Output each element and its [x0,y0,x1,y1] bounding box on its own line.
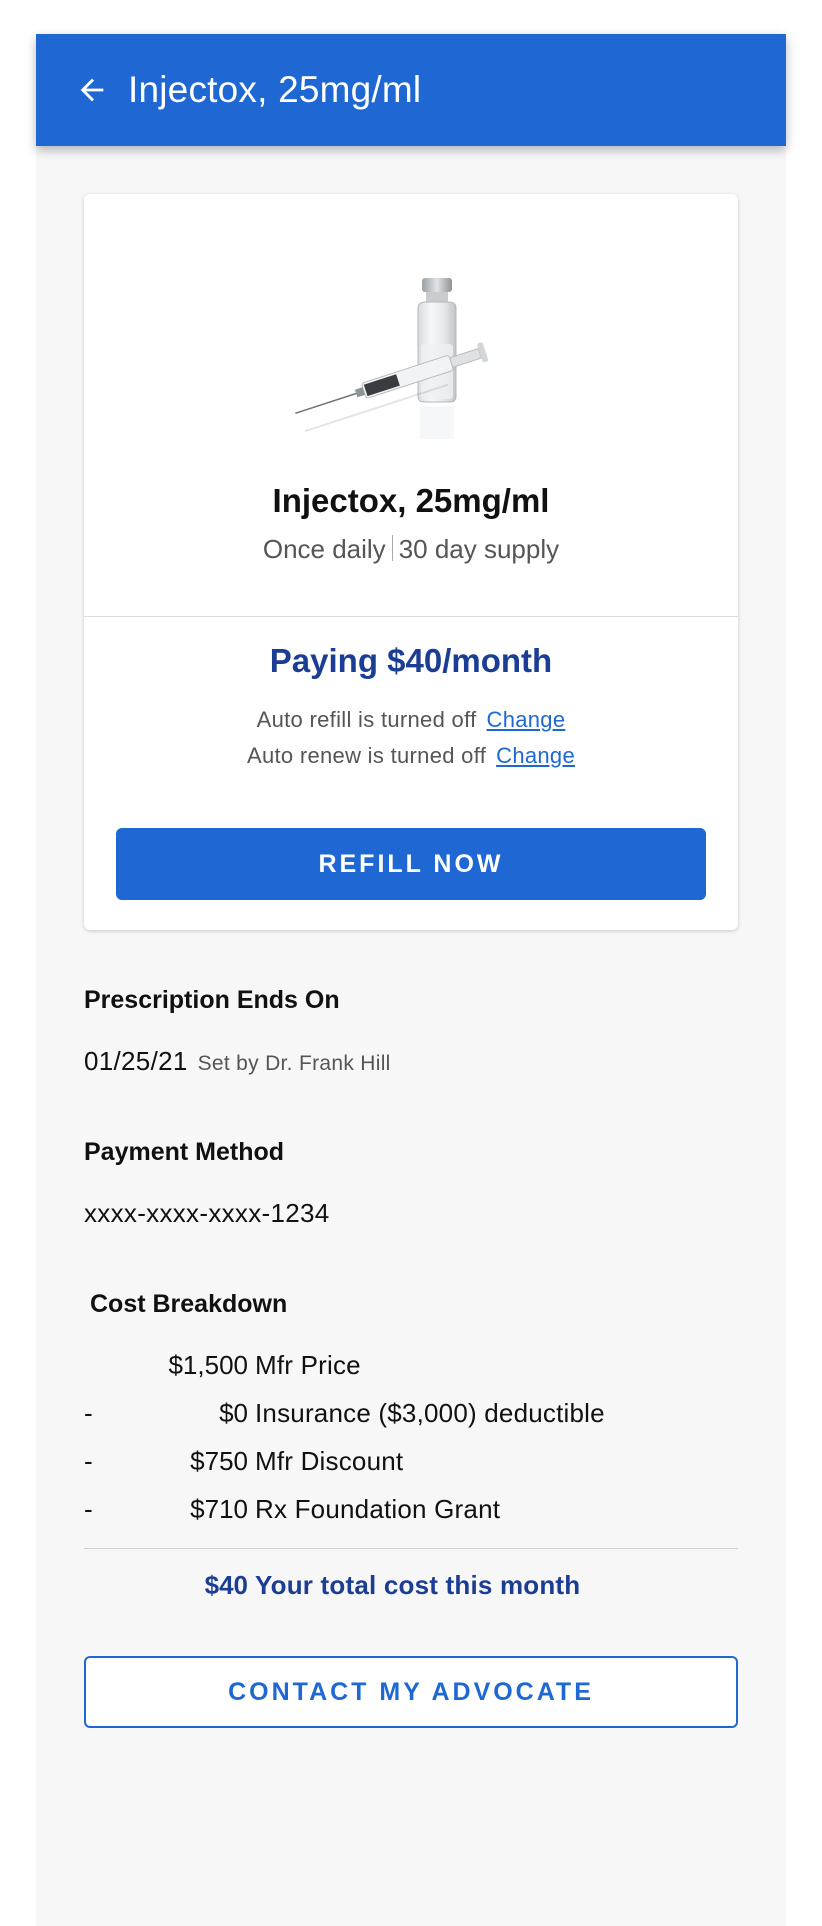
card-divider [84,616,738,617]
cost-row: $1,500 Mfr Price [84,1350,738,1390]
drug-dosage-info: Once daily 30 day supply [84,534,738,565]
cost-amount: $1,500 [168,1350,248,1380]
total-cost-row: $40 Your total cost this month [84,1570,738,1610]
cost-operator: - [84,1398,93,1428]
auto-refill-status: Auto refill is turned off Change [84,707,738,733]
change-auto-renew-link[interactable]: Change [496,743,575,768]
payment-method-value: xxxx-xxxx-xxxx-1234 [84,1198,330,1228]
cost-description: Mfr Discount [255,1446,404,1476]
cost-amount: $710 [190,1494,248,1524]
cost-description: Mfr Price [255,1350,361,1380]
change-auto-refill-link[interactable]: Change [487,707,566,732]
contact-advocate-button[interactable]: CONTACT MY ADVOCATE [84,1656,738,1728]
prescriber-note: Set by Dr. Frank Hill [197,1052,391,1075]
cost-operator: - [84,1494,93,1524]
refill-now-button[interactable]: REFILL NOW [116,828,706,900]
arrow-left-icon [80,78,104,102]
page-title: Injectox, 25mg/ml [128,69,422,110]
drug-name: Injectox, 25mg/ml [272,482,550,519]
cost-row: - $0 Insurance ($3,000) deductible [84,1398,738,1438]
cost-description: Insurance ($3,000) deductible [255,1398,605,1428]
supply-duration: 30 day supply [398,534,560,564]
back-button[interactable] [72,70,112,110]
cost-operator: - [84,1446,93,1476]
auto-renew-status: Auto renew is turned off Change [84,743,738,769]
vial-and-syringe-image [284,274,534,444]
cost-row: - $710 Rx Foundation Grant [84,1494,738,1534]
monthly-payment: Paying $40/month [269,642,553,679]
cost-amount: $750 [190,1446,248,1476]
prescription-end-date: 01/25/21 [84,1046,188,1076]
cost-description: Rx Foundation Grant [255,1494,501,1524]
cost-divider [84,1548,738,1549]
dosage-frequency: Once daily [262,534,386,564]
auto-refill-text: Auto refill is turned off [256,707,477,732]
app-screen: Injectox, 25mg/ml Injectox, 25mg/ml Once… [36,34,786,1926]
prescription-card: Injectox, 25mg/ml Once daily 30 day suppl… [84,194,738,930]
prescription-end-date-row: 01/25/21 Set by Dr. Frank Hill [84,1046,391,1077]
cost-row: - $750 Mfr Discount [84,1446,738,1486]
separator [391,535,393,561]
prescription-ends-label: Prescription Ends On [84,986,340,1014]
payment-method-label: Payment Method [84,1138,285,1166]
auto-renew-text: Auto renew is turned off [246,743,487,768]
cost-amount: $0 [219,1398,248,1428]
cost-breakdown-label: Cost Breakdown [90,1290,288,1318]
total-cost-amount: $40 [204,1570,248,1600]
app-bar: Injectox, 25mg/ml [36,34,786,146]
total-cost-description: Your total cost this month [255,1570,581,1600]
